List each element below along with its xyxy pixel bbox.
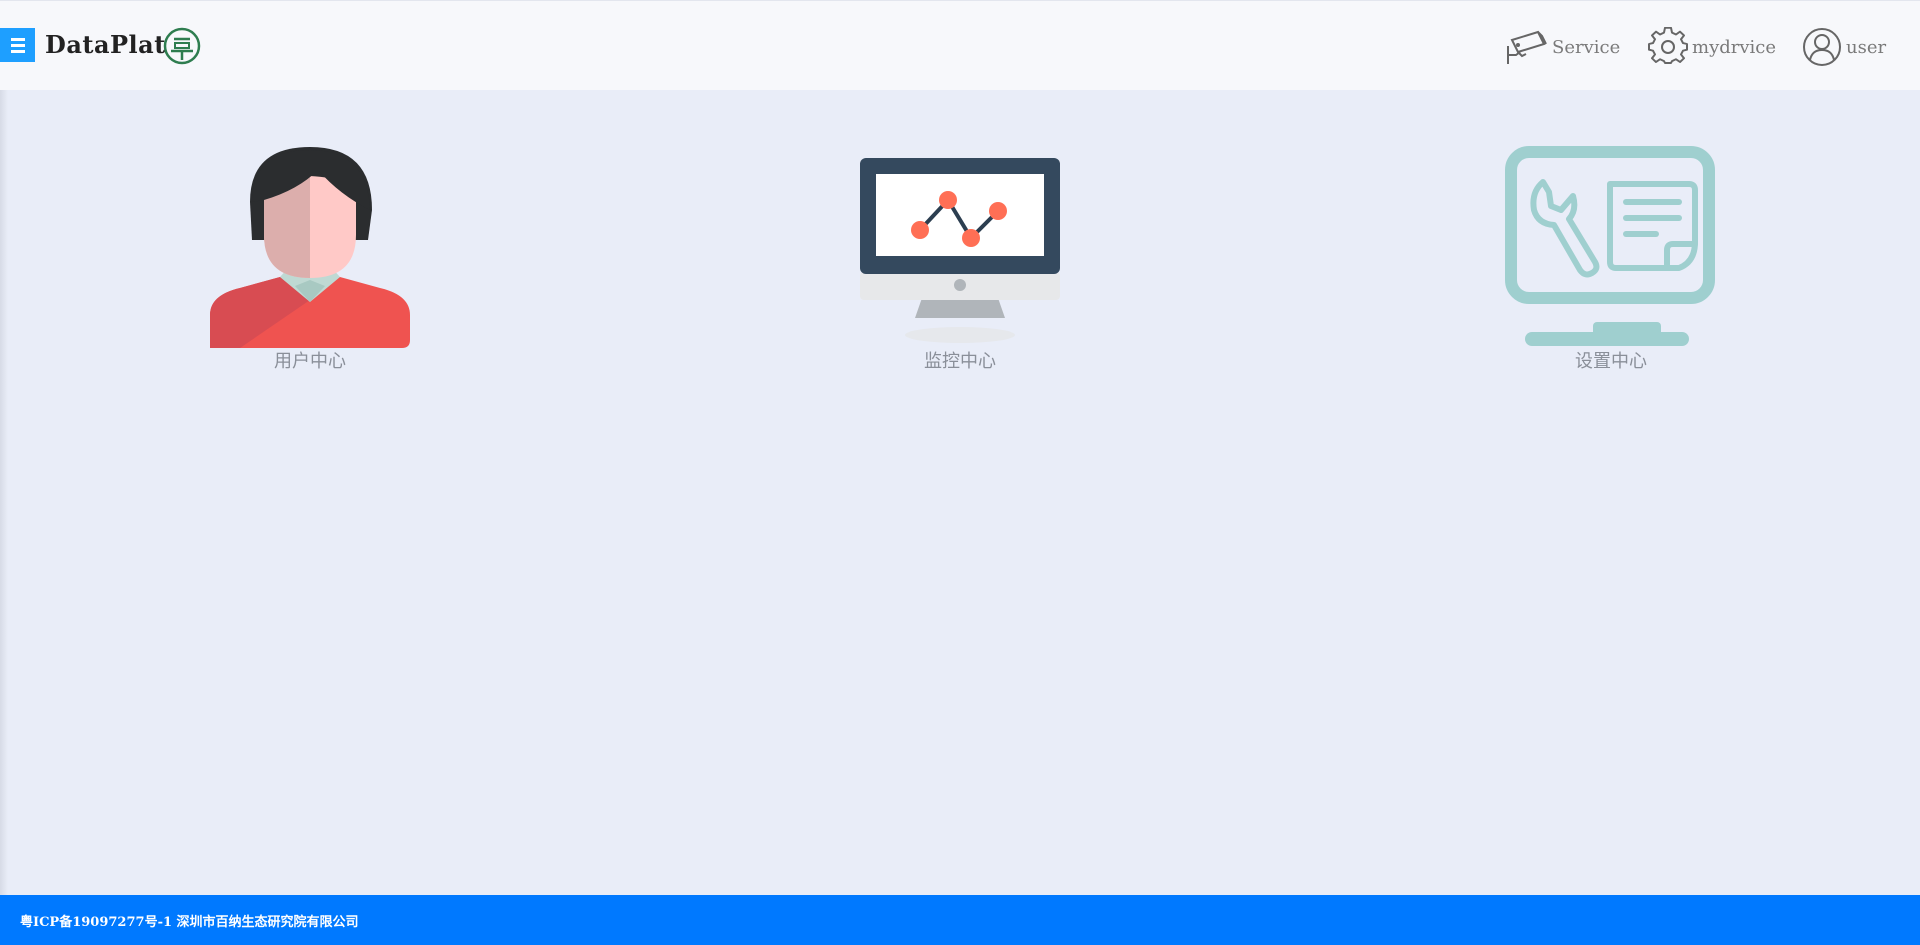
tile-settings-center[interactable]: 设置中心 <box>1481 140 1741 380</box>
user-person-icon <box>210 147 410 348</box>
menu-toggle-button[interactable] <box>0 28 35 62</box>
user-avatar-icon <box>1803 28 1841 66</box>
footer-icp-text[interactable]: 粤ICP备19097277号-1 深圳市百纳生态研究院有限公司 <box>20 911 359 930</box>
camera-icon <box>1507 30 1547 64</box>
nav-service[interactable]: Service <box>1504 26 1620 68</box>
top-header: DataPlat Service mydrvice user <box>0 0 1920 90</box>
gear-icon <box>1648 27 1688 64</box>
tile-user-center[interactable]: 用户中心 <box>180 140 440 380</box>
nav-user[interactable]: user <box>1802 26 1886 68</box>
brand-title: DataPlat <box>45 30 166 59</box>
settings-monitor-icon <box>1505 146 1715 346</box>
tile-user-center-label: 用户中心 <box>274 351 346 372</box>
nav-mydrvice-label: mydrvice <box>1692 36 1777 58</box>
nav-user-label: user <box>1846 36 1887 58</box>
nav-mydrvice[interactable]: mydrvice <box>1648 26 1776 68</box>
hamburger-icon <box>10 37 25 41</box>
left-edge-shadow <box>0 90 8 895</box>
monitor-chart-icon <box>860 158 1060 343</box>
footer: 粤ICP备19097277号-1 深圳市百纳生态研究院有限公司 <box>0 895 1920 945</box>
brand-logo-icon <box>163 27 201 65</box>
tile-settings-center-label: 设置中心 <box>1575 351 1647 372</box>
tile-monitor-center-label: 监控中心 <box>924 351 996 372</box>
tile-monitor-center[interactable]: 监控中心 <box>830 140 1090 380</box>
nav-service-label: Service <box>1552 36 1621 58</box>
